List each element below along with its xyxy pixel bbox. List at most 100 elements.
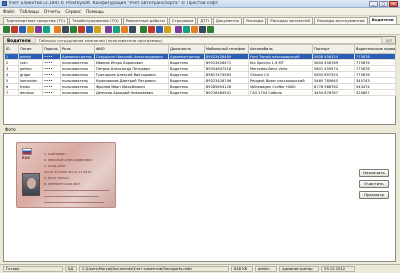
maximize-button[interactable]: □ (379, 0, 388, 7)
sort-icon[interactable] (62, 26, 69, 33)
license-line: 8. ОРЕНБУРГСКАЯ ОБЛ. (44, 182, 81, 186)
refresh-icon[interactable] (43, 26, 50, 33)
first-icon[interactable] (105, 26, 112, 33)
record-counter: 1/7 (385, 37, 392, 43)
table-cell: Денисов Аркадий Николаевич (94, 89, 169, 96)
driver-license-image: RUS 1. САВУШКИН 2. НИКОЛАЙ АЛЕКСАНДРОВИЧ… (16, 142, 116, 208)
filter-icon[interactable] (54, 26, 61, 33)
window-controls: _ □ × (369, 0, 398, 7)
license-line: 2. НИКОЛАЙ АЛЕКСАНДРОВИЧ (44, 158, 92, 162)
column-header[interactable]: Паспорт (312, 44, 355, 54)
title-bar: Учет клиентов (2.194) © Prosteysoft. Кон… (0, 0, 400, 8)
license-line: 1. САВУШКИН (44, 152, 66, 156)
table-cell: 89216464541 (204, 89, 249, 96)
tab-expenses[interactable]: Расходы (243, 17, 267, 24)
help-icon[interactable] (207, 26, 214, 33)
menu-reports[interactable]: Отчеты (44, 9, 61, 14)
paste-icon[interactable] (148, 26, 155, 33)
column-header[interactable]: Роль (60, 44, 95, 54)
tab-maintenance[interactable]: Техобслуживание (ТО) (68, 17, 122, 24)
column-header[interactable]: Пароль (42, 44, 61, 54)
mail-icon[interactable] (175, 26, 182, 33)
tab-repairs[interactable]: Ремонтные работы (122, 17, 168, 24)
status-bar: Готово БД C:\Users\Мarya\Documents\Учет … (0, 264, 400, 273)
grid-subtitle: Таблица сотрудников компании (пользовате… (34, 36, 382, 44)
status-role: Администратор (279, 266, 319, 272)
table-cell: ГАЗ 2704 Соболь (248, 89, 313, 96)
menu-file[interactable]: Файл (3, 9, 15, 14)
column-header[interactable]: ID (4, 44, 19, 54)
table-header-row: ID Логин Пароль Роль ФИО Должность Мобильный т… (4, 44, 396, 54)
prev-icon[interactable] (113, 26, 120, 33)
settings-icon[interactable] (156, 26, 163, 33)
tab-accidents[interactable]: ДТП (197, 17, 212, 24)
lock-icon[interactable] (199, 26, 206, 33)
delete-icon[interactable] (19, 26, 26, 33)
view-photo-button[interactable]: Просмотр (359, 191, 389, 199)
tab-vehicles[interactable]: Транспортные средства (ТС) (3, 17, 68, 24)
drivers-grid-panel: Водители Таблица сотрудников компании (п… (3, 36, 396, 125)
table-row[interactable]: 7 denisov •••• пользователь Денисов Аркадий … (4, 89, 396, 96)
column-header[interactable]: Мобильный телефон (204, 44, 249, 54)
attach-icon[interactable] (191, 26, 198, 33)
photo-actions: Назначить Очистить Просмотр (359, 169, 389, 199)
save-icon[interactable] (27, 26, 34, 33)
table-cell: пользователь (60, 89, 95, 96)
table-cell: 3454 676787 (312, 89, 355, 96)
decorative-line (44, 196, 99, 197)
next-icon[interactable] (121, 26, 128, 33)
table-cell: Водитель (168, 89, 205, 96)
drivers-table: ID Логин Пароль Роль ФИО Должность Мобильный т… (4, 44, 396, 96)
import-icon[interactable] (94, 26, 101, 33)
status-db: БД (65, 266, 77, 272)
minimize-button[interactable]: _ (369, 0, 378, 7)
chart-icon[interactable] (164, 26, 171, 33)
status-db-size: 848 Кб (231, 266, 253, 272)
tab-parts-expenses[interactable]: Расходы запчастей (267, 17, 313, 24)
face-icon (27, 178, 36, 189)
menu-service[interactable]: Сервис (65, 9, 81, 14)
export-icon[interactable] (86, 26, 93, 33)
column-header[interactable]: Должность (168, 44, 205, 54)
print-icon[interactable] (78, 26, 85, 33)
grid-header: Водители Таблица сотрудников компании (п… (4, 36, 395, 44)
menu-bar: Файл Таблицы Отчеты Сервис Помощь (0, 8, 400, 16)
table-cell: •••• (42, 89, 61, 96)
menu-help[interactable]: Помощь (86, 9, 104, 14)
license-portrait (22, 173, 40, 196)
table-cell: 324657 (354, 89, 396, 96)
clear-photo-button[interactable]: Очистить (359, 180, 389, 188)
calendar-icon[interactable] (183, 26, 190, 33)
column-header[interactable]: Логин (18, 44, 43, 54)
table-cell: 7 (4, 89, 19, 96)
toolbar (0, 25, 400, 35)
column-header[interactable]: Водительские права (354, 44, 396, 54)
window-title: Учет клиентов (2.194) © Prosteysoft. Кон… (9, 1, 219, 6)
assign-photo-button[interactable]: Назначить (359, 169, 389, 177)
status-date: 29.12.2012 (321, 266, 355, 272)
cancel-icon[interactable] (35, 26, 42, 33)
tab-drivers[interactable]: Водители (368, 16, 397, 24)
license-line: 5. 56 07 456524 (44, 176, 69, 180)
menu-tables[interactable]: Таблицы (20, 9, 39, 14)
copy-icon[interactable] (140, 26, 147, 33)
table-tabs: Транспортные средства (ТС) Техобслуживан… (0, 16, 400, 25)
tab-insurance[interactable]: Страховки (168, 17, 197, 24)
close-button[interactable]: × (389, 0, 398, 7)
table-body: 1 admin •••• Администратор Савушкин Николай … (4, 53, 396, 96)
add-icon[interactable] (3, 26, 10, 33)
decorative-line (44, 202, 104, 203)
column-header[interactable]: Автомобиль (248, 44, 313, 54)
tab-tools-expenses[interactable]: Расходы инструментов (313, 17, 368, 24)
photo-section-label: Фото (5, 127, 16, 132)
search-icon[interactable] (70, 26, 77, 33)
table-cell: denisov (18, 89, 43, 96)
edit-icon[interactable] (11, 26, 18, 33)
tab-documents[interactable]: Документы (212, 17, 243, 24)
decorative-line (44, 190, 109, 191)
license-line: 4a) 21.11.2006 4b) 21.11.2016 (44, 170, 92, 174)
status-user: admin (255, 266, 277, 272)
last-icon[interactable] (129, 26, 136, 33)
grid-title: Водители (7, 37, 31, 43)
column-header[interactable]: ФИО (94, 44, 169, 54)
